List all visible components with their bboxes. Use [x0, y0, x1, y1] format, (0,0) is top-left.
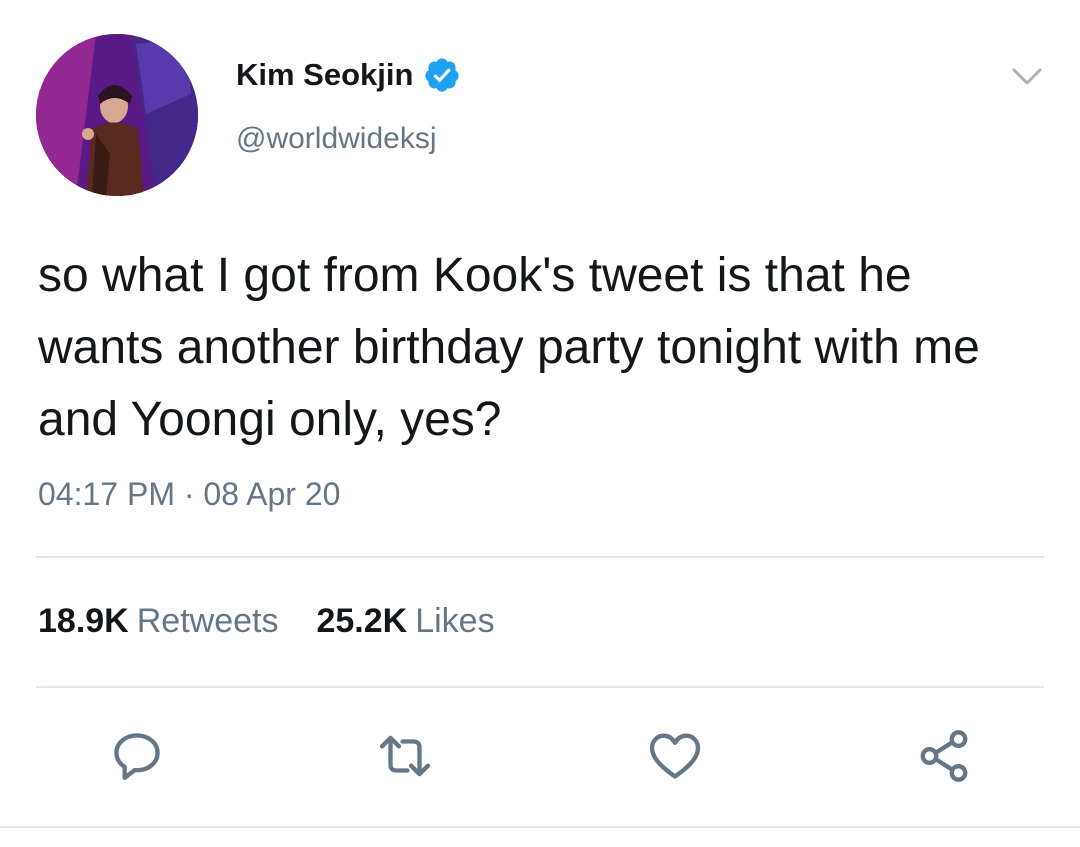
avatar-image — [36, 34, 198, 196]
reply-button[interactable] — [105, 724, 169, 788]
retweet-icon — [379, 735, 431, 777]
verified-badge-icon — [425, 58, 460, 92]
reply-icon — [114, 733, 160, 780]
share-button[interactable] — [912, 724, 976, 788]
likes-count: 25.2K — [316, 602, 408, 640]
likes-label: Likes — [415, 602, 495, 640]
tweet-text: so what I got from Kook's tweet is that … — [38, 249, 980, 446]
retweets-label: Retweets — [136, 602, 279, 640]
retweets-count: 18.9K — [38, 602, 129, 640]
avatar[interactable] — [36, 34, 198, 196]
display-name-row[interactable]: Kim Seokjin — [236, 56, 461, 94]
heart-icon — [649, 733, 701, 779]
display-name[interactable]: Kim Seokjin — [236, 57, 413, 93]
likes-stat[interactable]: 25.2K Likes — [316, 602, 494, 641]
tweet-timestamp[interactable]: 04:17 PM · 08 Apr 20 — [38, 476, 340, 513]
divider — [36, 686, 1044, 688]
retweets-stat[interactable]: 18.9K Retweets — [38, 602, 278, 641]
divider — [36, 556, 1044, 558]
like-button[interactable] — [643, 724, 707, 788]
retweet-button[interactable] — [373, 724, 437, 788]
chevron-down-icon[interactable] — [1010, 64, 1044, 88]
share-icon — [920, 730, 968, 782]
tweet-stats: 18.9K Retweets 25.2K Likes — [38, 602, 495, 641]
user-handle[interactable]: @worldwideksj — [236, 122, 437, 156]
divider — [0, 826, 1080, 828]
